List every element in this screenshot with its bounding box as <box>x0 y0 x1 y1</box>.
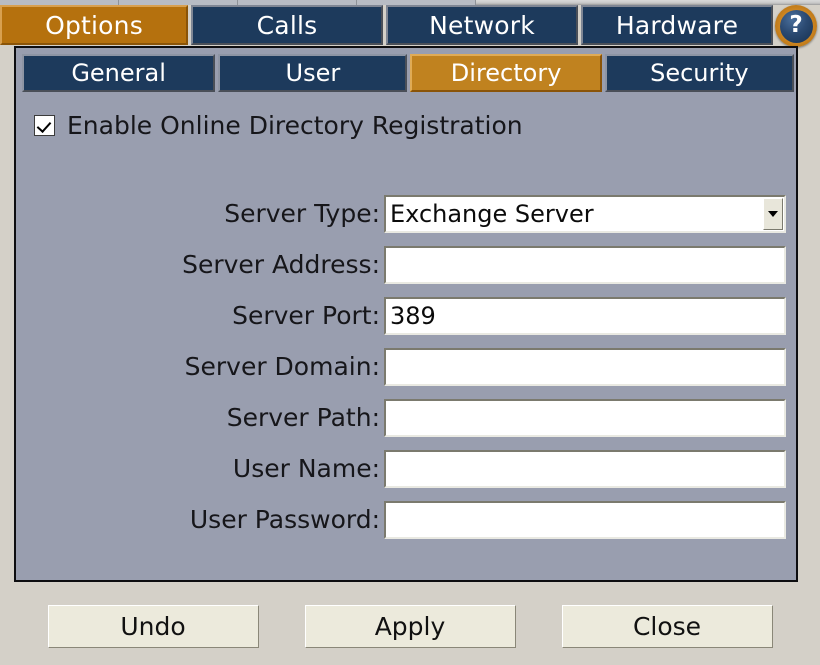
question-mark-icon: ? <box>779 9 813 43</box>
tab-general[interactable]: General <box>22 54 216 92</box>
tab-network-label: Network <box>429 10 535 40</box>
user-password-field-wrap <box>384 500 786 539</box>
server-port-field-wrap: 389 <box>384 296 786 335</box>
tab-hardware-label: Hardware <box>615 10 739 40</box>
tab-security[interactable]: Security <box>604 54 794 92</box>
tab-network[interactable]: Network <box>386 5 578 45</box>
main-tab-bar: Options Calls Network Hardware <box>0 5 790 45</box>
undo-button-label: Undo <box>120 612 186 641</box>
server-type-select[interactable]: Exchange Server <box>384 194 786 233</box>
server-address-label: Server Address: <box>182 250 380 279</box>
user-name-label: User Name: <box>232 454 380 483</box>
server-domain-input[interactable] <box>384 347 786 386</box>
apply-button-label: Apply <box>374 612 446 641</box>
chevron-down-icon[interactable] <box>763 197 783 230</box>
user-name-field-wrap <box>384 449 786 488</box>
server-address-input[interactable] <box>384 245 786 284</box>
form-row-user-password: User Password: <box>16 494 796 545</box>
server-path-label: Server Path: <box>226 403 380 432</box>
tab-options[interactable]: Options <box>0 5 188 45</box>
tab-calls-label: Calls <box>256 10 318 40</box>
tab-hardware[interactable]: Hardware <box>581 5 773 45</box>
server-path-input[interactable] <box>384 398 786 437</box>
user-password-label: User Password: <box>189 505 380 534</box>
enable-directory-registration-checkbox[interactable] <box>34 115 55 136</box>
tab-calls[interactable]: Calls <box>191 5 383 45</box>
user-name-input[interactable] <box>384 449 786 488</box>
server-domain-field-wrap <box>384 347 786 386</box>
server-address-field-wrap <box>384 245 786 284</box>
server-port-label: Server Port: <box>232 301 380 330</box>
sub-tab-bar: General User Directory Security <box>22 54 794 92</box>
apply-button[interactable]: Apply <box>304 605 516 648</box>
server-domain-label: Server Domain: <box>184 352 380 381</box>
tab-directory[interactable]: Directory <box>410 54 602 92</box>
tab-security-label: Security <box>650 59 749 87</box>
tab-user-label: User <box>285 59 341 87</box>
server-type-label: Server Type: <box>224 199 380 228</box>
close-button-label: Close <box>632 612 702 641</box>
close-button[interactable]: Close <box>561 605 773 648</box>
enable-directory-registration-row[interactable]: Enable Online Directory Registration <box>34 111 523 140</box>
tab-directory-label: Directory <box>450 59 562 87</box>
form-row-user-name: User Name: <box>16 443 796 494</box>
form-row-server-type: Server Type: Exchange Server <box>16 188 796 239</box>
server-type-field-wrap: Exchange Server <box>384 194 786 233</box>
form-row-server-address: Server Address: <box>16 239 796 290</box>
form-row-server-domain: Server Domain: <box>16 341 796 392</box>
settings-panel: General User Directory Security Enable O… <box>14 46 798 582</box>
server-path-field-wrap <box>384 398 786 437</box>
undo-button[interactable]: Undo <box>47 605 259 648</box>
user-password-input[interactable] <box>384 500 786 539</box>
tab-options-label: Options <box>45 10 143 40</box>
form-row-server-port: Server Port: 389 <box>16 290 796 341</box>
dialog-button-bar: Undo Apply Close <box>0 605 820 648</box>
enable-directory-registration-label: Enable Online Directory Registration <box>67 111 523 140</box>
tab-user[interactable]: User <box>218 54 408 92</box>
directory-settings-form: Server Type: Exchange Server Server Addr… <box>16 188 796 545</box>
tab-general-label: General <box>71 59 166 87</box>
help-button[interactable]: ? <box>775 5 817 47</box>
server-port-input[interactable]: 389 <box>384 296 786 335</box>
form-row-server-path: Server Path: <box>16 392 796 443</box>
